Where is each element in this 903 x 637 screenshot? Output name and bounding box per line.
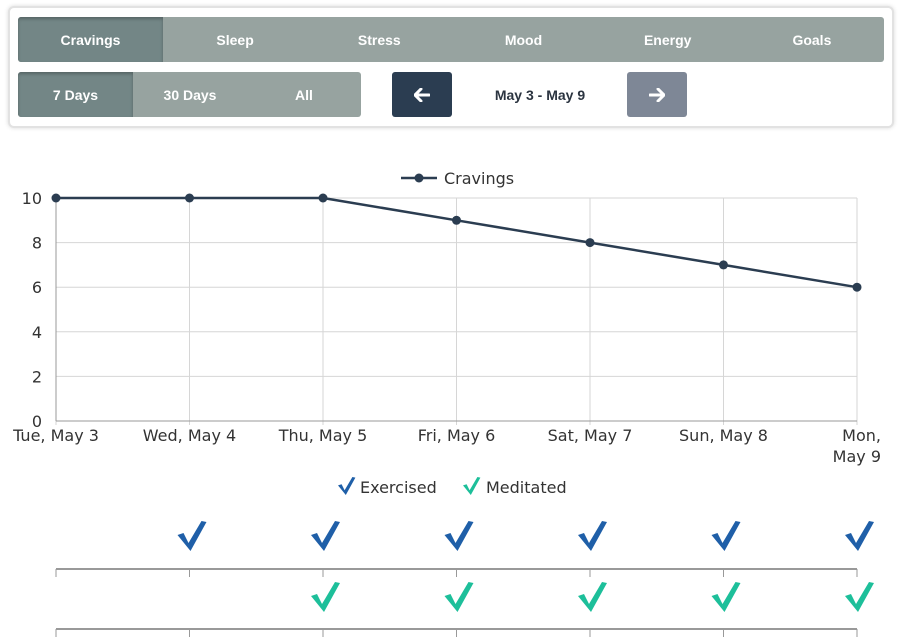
y-tick-label: 4 [32, 323, 42, 342]
check-icon [311, 582, 340, 612]
y-tick-label: 2 [32, 367, 42, 386]
check-icon [578, 521, 607, 551]
check-icon [711, 521, 741, 551]
x-tick-label: Fri, May 6 [418, 426, 496, 445]
check-icon [177, 521, 207, 551]
y-tick-label: 8 [32, 234, 42, 253]
x-tick-label: Sat, May 7 [548, 426, 633, 445]
legend-marker [414, 173, 424, 183]
check-icon [845, 521, 874, 551]
tab-goals[interactable]: Goals [740, 17, 884, 62]
check-icon [463, 477, 481, 495]
tab-energy[interactable]: Energy [596, 17, 740, 62]
date-range-label: May 3 - May 9 [494, 86, 586, 103]
tab-cravings[interactable]: Cravings [18, 17, 163, 62]
x-tick-label: Tue, May 3 [12, 426, 99, 445]
range-30-days[interactable]: 30 Days [133, 72, 247, 117]
check-icon [338, 477, 356, 495]
x-tick-label: Mon, [842, 426, 881, 445]
check-icon [444, 582, 474, 612]
y-tick-label: 10 [22, 189, 42, 208]
range-7-days[interactable]: 7 Days [18, 72, 133, 117]
check-icon [845, 582, 874, 612]
check-icon [444, 521, 474, 551]
cravings-line-chart: 0246810Tue, May 3 Wed, May 4 Thu, May 5 Fri… [12, 169, 881, 637]
metric-tabs: Cravings Sleep Stress Mood Energy Goals [18, 17, 884, 62]
x-tick-label: Thu, May 5 [278, 426, 368, 445]
range-tabs: 7 Days 30 Days All [18, 72, 361, 117]
tab-mood[interactable]: Mood [451, 17, 595, 62]
data-point [452, 215, 461, 225]
data-point [585, 238, 595, 248]
check-icon [711, 582, 741, 612]
legend-exercised-label: Exercised [360, 478, 437, 497]
arrow-left-icon [414, 87, 430, 102]
legend-meditated-label: Meditated [486, 478, 567, 497]
legend-label: Cravings [444, 169, 514, 188]
arrow-right-icon [649, 87, 665, 102]
check-icon [311, 521, 340, 551]
data-point [852, 282, 862, 292]
x-tick-label: May 9 [833, 447, 881, 466]
next-week-button[interactable] [627, 72, 687, 117]
tab-sleep[interactable]: Sleep [163, 17, 307, 62]
x-tick-label: Wed, May 4 [143, 426, 236, 445]
check-icon [578, 582, 607, 612]
x-tick-label: Sun, May 8 [679, 426, 768, 445]
data-point [318, 193, 328, 203]
previous-week-button[interactable] [392, 72, 452, 117]
y-tick-label: 6 [32, 278, 42, 297]
data-point [185, 193, 194, 203]
data-point [51, 193, 61, 203]
tab-stress[interactable]: Stress [307, 17, 451, 62]
range-all[interactable]: All [247, 72, 361, 117]
data-point [719, 260, 728, 270]
